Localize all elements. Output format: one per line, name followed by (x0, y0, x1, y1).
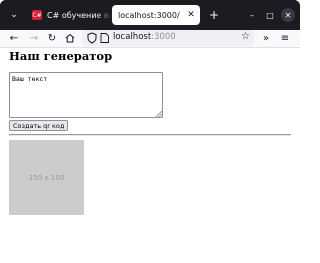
url-port: :3000 (151, 32, 176, 42)
tab-title: localhost:3000/ (118, 10, 180, 20)
generate-qr-button[interactable]: Создать qr код (9, 120, 69, 131)
hamburger-icon: ≡ (280, 32, 290, 44)
url-bar[interactable]: localhost:3000 ☆ (82, 30, 254, 46)
tab-title: C# обучение видео (47, 10, 112, 20)
plus-icon: + (208, 8, 220, 22)
chevron-down-icon: ⌄ (10, 10, 18, 20)
text-input[interactable]: Ваш текст (9, 72, 163, 118)
csharp-favicon-icon: C# (32, 10, 42, 20)
resize-grip-icon[interactable] (156, 111, 162, 117)
page-title: Наш генератор (9, 49, 113, 63)
minimize-icon: – (250, 10, 254, 20)
star-icon[interactable]: ☆ (241, 31, 250, 42)
page-content: Наш генератор Ваш текст Создать qr код 1… (0, 48, 300, 263)
placeholder-image-label: 150 x 150 (28, 173, 65, 182)
maximize-icon: □ (266, 10, 274, 20)
home-icon (65, 33, 75, 43)
url-host: localhost (113, 32, 152, 42)
tab-csharp-video[interactable]: C# C# обучение видео (26, 5, 112, 25)
tab-bar: ⌄ C# C# обучение видео localhost:3000/ ✕… (0, 0, 300, 30)
close-icon: ✕ (284, 10, 292, 20)
home-button[interactable] (63, 31, 77, 45)
page-icon[interactable] (100, 33, 109, 43)
maximize-button[interactable]: □ (263, 8, 277, 22)
arrow-left-icon: ← (9, 32, 19, 44)
close-window-button[interactable]: ✕ (281, 8, 295, 22)
shield-icon[interactable] (86, 32, 98, 44)
tab-close-icon[interactable]: ✕ (185, 10, 197, 20)
menu-button[interactable]: ≡ (278, 31, 292, 45)
new-tab-button[interactable]: + (207, 7, 221, 23)
back-button[interactable]: ← (7, 31, 21, 45)
minimize-button[interactable]: – (245, 8, 259, 22)
navigation-toolbar: ← → ↻ localhost:3000 ☆ » ≡ (0, 30, 300, 48)
forward-button[interactable]: → (27, 31, 41, 45)
tab-localhost[interactable]: localhost:3000/ ✕ (112, 5, 200, 25)
horizontal-rule (9, 134, 291, 136)
browser-window: ⌄ C# C# обучение видео localhost:3000/ ✕… (0, 0, 300, 263)
qr-code-image: 150 x 150 (9, 140, 84, 215)
url-text[interactable]: localhost:3000 (113, 32, 176, 42)
arrow-right-icon: → (29, 32, 39, 44)
tab-list-button[interactable]: ⌄ (8, 9, 20, 21)
reload-icon: ↻ (47, 32, 57, 44)
overflow-button[interactable]: » (259, 31, 273, 45)
reload-button[interactable]: ↻ (45, 31, 59, 45)
chevron-double-right-icon: » (262, 32, 270, 44)
